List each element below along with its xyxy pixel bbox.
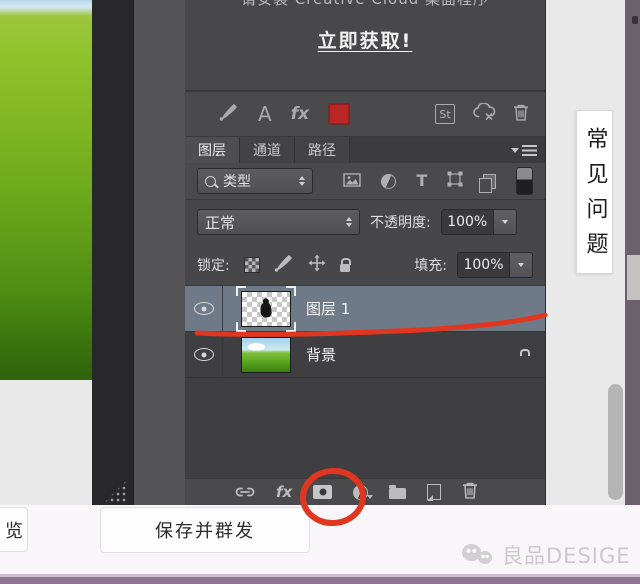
visibility-cell <box>185 286 223 331</box>
lock-label: 锁定: <box>197 257 230 274</box>
panel-tab-bar: 图层 通道 路径 <box>185 137 545 163</box>
document-pasteboard <box>92 0 133 505</box>
promo-text-clipped: 请安装 Creative Cloud 桌面程序 <box>185 0 545 9</box>
right-edge-dot <box>632 16 638 24</box>
layer1-thumbnail[interactable] <box>241 290 291 327</box>
eye-icon[interactable] <box>193 348 214 361</box>
fill-control: 填充: 100% <box>414 251 533 278</box>
shape-filter-icon[interactable] <box>447 171 463 191</box>
layer-style-icon[interactable]: fx <box>291 105 309 123</box>
lock-bar: 锁定: 填充: 100% <box>185 244 545 286</box>
panel-menu-arrow-icon <box>511 148 519 157</box>
eye-icon[interactable] <box>193 302 214 315</box>
new-adjustment-layer-icon[interactable] <box>353 484 374 500</box>
layers-panel-bottom-bar: fx <box>185 478 545 505</box>
background-thumbnail-wrap <box>241 336 291 373</box>
watermark-text: 良品DESIGE <box>502 544 631 568</box>
layer-name[interactable]: 图层 1 <box>306 298 350 319</box>
right-edge-patch <box>627 255 640 300</box>
pixel-filter-icon[interactable] <box>343 172 362 191</box>
layer-row-background[interactable]: 背景 <box>185 332 545 378</box>
opacity-label: 不透明度: <box>370 215 431 231</box>
new-group-folder-icon[interactable] <box>389 485 407 499</box>
bottom-purple-strip <box>0 574 640 584</box>
thumb-bracket-icon <box>236 285 246 296</box>
smart-object-filter-icon[interactable] <box>479 173 497 193</box>
photoshop-screenshot-page: 请安装 Creative Cloud 桌面程序 立即获取! A fx St <box>0 0 640 584</box>
trash-icon[interactable] <box>513 104 529 125</box>
color-swatch[interactable] <box>328 103 350 125</box>
panel-menu-lines-icon <box>522 144 537 156</box>
fill-label: 填充: <box>414 257 447 274</box>
select-updown-icon <box>299 175 306 187</box>
tab-channels[interactable]: 通道 <box>240 137 295 163</box>
document-canvas-image <box>0 0 92 380</box>
layer1-thumbnail-wrap <box>236 285 296 332</box>
search-icon <box>205 175 216 187</box>
preview-button[interactable]: 览 <box>0 507 28 552</box>
type-filter-icon[interactable]: T <box>416 173 427 189</box>
lock-all-icon[interactable] <box>339 257 351 272</box>
layer-style-button-icon[interactable]: fx <box>276 484 292 500</box>
blend-mode-bar: 正常 不透明度: 100% <box>185 200 545 244</box>
tab-layers[interactable]: 图层 <box>185 137 240 163</box>
select-updown-icon <box>346 216 352 228</box>
watermark: 良品DESIGE <box>462 540 631 570</box>
thumb-bracket-icon <box>286 285 296 296</box>
visibility-cell <box>185 332 223 377</box>
delete-layer-trash-icon[interactable] <box>462 482 478 503</box>
lock-pixels-brush-icon[interactable] <box>274 254 294 276</box>
fill-dropdown-button[interactable] <box>509 251 533 278</box>
link-layers-icon[interactable] <box>235 483 255 502</box>
get-now-link[interactable]: 立即获取! <box>185 26 545 53</box>
blend-mode-select[interactable]: 正常 <box>197 209 360 235</box>
panel-dock-gutter <box>133 0 186 505</box>
faq-tab-label: 常见问题 <box>582 127 608 267</box>
promo-text: 请安装 Creative Cloud 桌面程序 <box>185 0 545 9</box>
layer-row-layer1[interactable]: 图层 1 <box>185 285 545 332</box>
thumb-bracket-icon <box>236 321 246 332</box>
adobe-stock-icon[interactable]: St <box>435 104 455 124</box>
thumb-bracket-icon <box>286 321 296 332</box>
opacity-value[interactable]: 100% <box>440 209 493 235</box>
library-item-toolbar: A fx St <box>185 90 545 137</box>
filter-kind-select[interactable]: 类型 <box>197 168 314 194</box>
layers-list: 图层 1 背景 <box>185 285 545 478</box>
filter-kind-label: 类型 <box>223 174 251 190</box>
lock-transparency-icon[interactable] <box>243 256 260 273</box>
layer-name[interactable]: 背景 <box>306 344 336 365</box>
text-style-icon[interactable]: A <box>258 104 272 124</box>
cc-libraries-panel: 请安装 Creative Cloud 桌面程序 立即获取! <box>185 0 545 90</box>
panel-menu-icon[interactable] <box>511 137 545 163</box>
new-layer-icon[interactable] <box>426 484 442 501</box>
tab-paths[interactable]: 路径 <box>295 137 350 163</box>
scrollbar-thumb[interactable] <box>608 384 623 500</box>
library-toolbar-right: St <box>435 102 529 125</box>
add-layer-mask-icon[interactable] <box>313 485 333 499</box>
layers-panel: 请安装 Creative Cloud 桌面程序 立即获取! A fx St <box>185 0 546 505</box>
lock-position-icon[interactable] <box>308 254 326 276</box>
fill-value[interactable]: 100% <box>457 251 509 278</box>
opacity-control: 100% <box>440 209 517 235</box>
layer-filter-bar: 类型 T <box>185 163 545 200</box>
save-and-broadcast-button[interactable]: 保存并群发 <box>100 507 310 553</box>
faq-side-tab[interactable]: 常见问题 <box>576 110 613 274</box>
background-thumbnail[interactable] <box>241 336 291 373</box>
wechat-icon <box>462 542 494 568</box>
cloud-sync-off-icon[interactable] <box>472 102 496 125</box>
layer1-figure-silhouette <box>259 301 273 318</box>
blend-mode-value: 正常 <box>205 213 236 232</box>
opacity-dropdown-button[interactable] <box>492 209 517 235</box>
filter-toggle-switch-icon[interactable] <box>516 167 533 195</box>
adjustment-filter-icon[interactable] <box>381 173 397 189</box>
brush-icon[interactable] <box>219 103 239 125</box>
filter-type-icons: T <box>343 171 497 193</box>
